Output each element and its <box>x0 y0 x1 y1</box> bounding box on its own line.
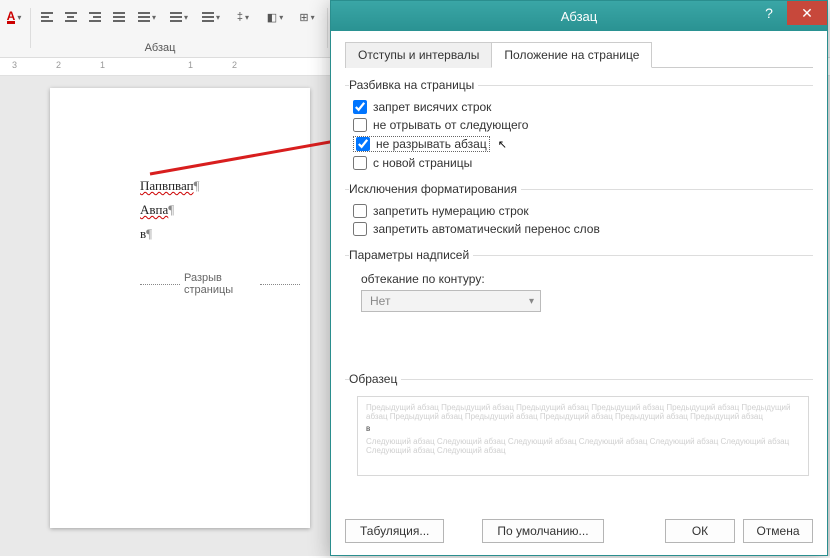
preview-legend: Образец <box>349 372 401 386</box>
dialog-titlebar[interactable]: Абзац ? ✕ <box>331 1 827 31</box>
separator <box>327 8 328 48</box>
suppress-line-numbers-check[interactable]: запретить нумерацию строк <box>353 202 813 220</box>
textbox-legend: Параметры надписей <box>349 248 473 262</box>
no-hyphenation-check[interactable]: запретить автоматический перенос слов <box>353 220 813 238</box>
cursor-icon: ↖ <box>498 138 507 151</box>
dialog-body: Отступы и интервалы Положение на страниц… <box>331 31 827 509</box>
dialog-footer: Табуляция... По умолчанию... ОК Отмена <box>331 509 827 555</box>
paragraph-group-label: Абзац <box>130 42 190 54</box>
separator <box>30 8 31 48</box>
dialog-tabs: Отступы и интервалы Положение на страниц… <box>345 41 813 68</box>
page[interactable]: Папвпвап¶ Авпа¶ в¶ Разрыв страницы <box>50 88 310 528</box>
keep-with-next-check[interactable]: не отрывать от следующего <box>353 116 813 134</box>
numbering-button[interactable] <box>165 8 193 26</box>
set-default-button[interactable]: По умолчанию... <box>482 519 603 543</box>
tabs-button[interactable]: Табуляция... <box>345 519 444 543</box>
textbox-options-group: Параметры надписей обтекание по контуру:… <box>345 248 813 312</box>
pagination-group: Разбивка на страницы запрет висячих стро… <box>345 78 813 172</box>
ruler-mark: 1 <box>100 60 105 70</box>
multilevel-button[interactable] <box>197 8 225 26</box>
suppress-line-numbers-input[interactable] <box>353 204 367 218</box>
page-break-label: Разрыв страницы <box>184 272 256 296</box>
preview-prev: Предыдущий абзац Предыдущий абзац Предыд… <box>366 403 800 421</box>
align-right-button[interactable] <box>85 8 105 26</box>
align-left-button[interactable] <box>37 8 57 26</box>
pagination-legend: Разбивка на страницы <box>349 78 478 92</box>
chevron-down-icon: ▾ <box>529 296 534 307</box>
ruler-mark: 3 <box>12 60 17 70</box>
line-spacing-button[interactable]: ‡ <box>229 8 257 26</box>
no-hyphenation-input[interactable] <box>353 222 367 236</box>
text-line: Папвпвап¶ <box>140 178 300 194</box>
help-button[interactable]: ? <box>751 1 787 25</box>
ok-button[interactable]: ОК <box>665 519 735 543</box>
wrap-label: обтекание по контуру: <box>361 272 813 286</box>
shading-button[interactable]: ◧ <box>261 8 289 26</box>
keep-lines-together-check[interactable]: не разрывать абзац <box>353 136 490 152</box>
page-break-before-check[interactable]: с новой страницы <box>353 154 813 172</box>
wrap-select-value: Нет <box>370 294 390 308</box>
preview-next: Следующий абзац Следующий абзац Следующи… <box>366 437 800 455</box>
keep-lines-together-input[interactable] <box>356 137 370 151</box>
formatting-legend: Исключения форматирования <box>349 182 521 196</box>
ruler-mark: 2 <box>56 60 61 70</box>
text-line: в¶ <box>140 226 300 242</box>
cancel-button[interactable]: Отмена <box>743 519 813 543</box>
align-center-button[interactable] <box>61 8 81 26</box>
page-break-indicator: Разрыв страницы <box>140 272 300 296</box>
page-break-before-input[interactable] <box>353 156 367 170</box>
wrap-select[interactable]: Нет ▾ <box>361 290 541 312</box>
tab-indents[interactable]: Отступы и интервалы <box>345 42 492 68</box>
align-justify-button[interactable] <box>109 8 129 26</box>
widow-control-check[interactable]: запрет висячих строк <box>353 98 813 116</box>
close-button[interactable]: ✕ <box>787 1 827 25</box>
keep-with-next-input[interactable] <box>353 118 367 132</box>
ruler-mark: 1 <box>188 60 193 70</box>
font-color-button[interactable]: A <box>4 8 24 26</box>
text-line: Авпа¶ <box>140 202 300 218</box>
ruler-mark: 2 <box>232 60 237 70</box>
bullets-button[interactable] <box>133 8 161 26</box>
preview-box: Предыдущий абзац Предыдущий абзац Предыд… <box>357 396 809 476</box>
paragraph-dialog: Абзац ? ✕ Отступы и интервалы Положение … <box>330 0 828 556</box>
preview-current: в <box>366 424 800 433</box>
widow-control-input[interactable] <box>353 100 367 114</box>
tab-page-position[interactable]: Положение на странице <box>491 42 652 68</box>
dialog-title: Абзац <box>561 9 597 24</box>
formatting-exceptions-group: Исключения форматирования запретить нуме… <box>345 182 813 238</box>
preview-group: Образец Предыдущий абзац Предыдущий абза… <box>345 372 813 476</box>
borders-button[interactable]: ⊞ <box>293 8 321 26</box>
